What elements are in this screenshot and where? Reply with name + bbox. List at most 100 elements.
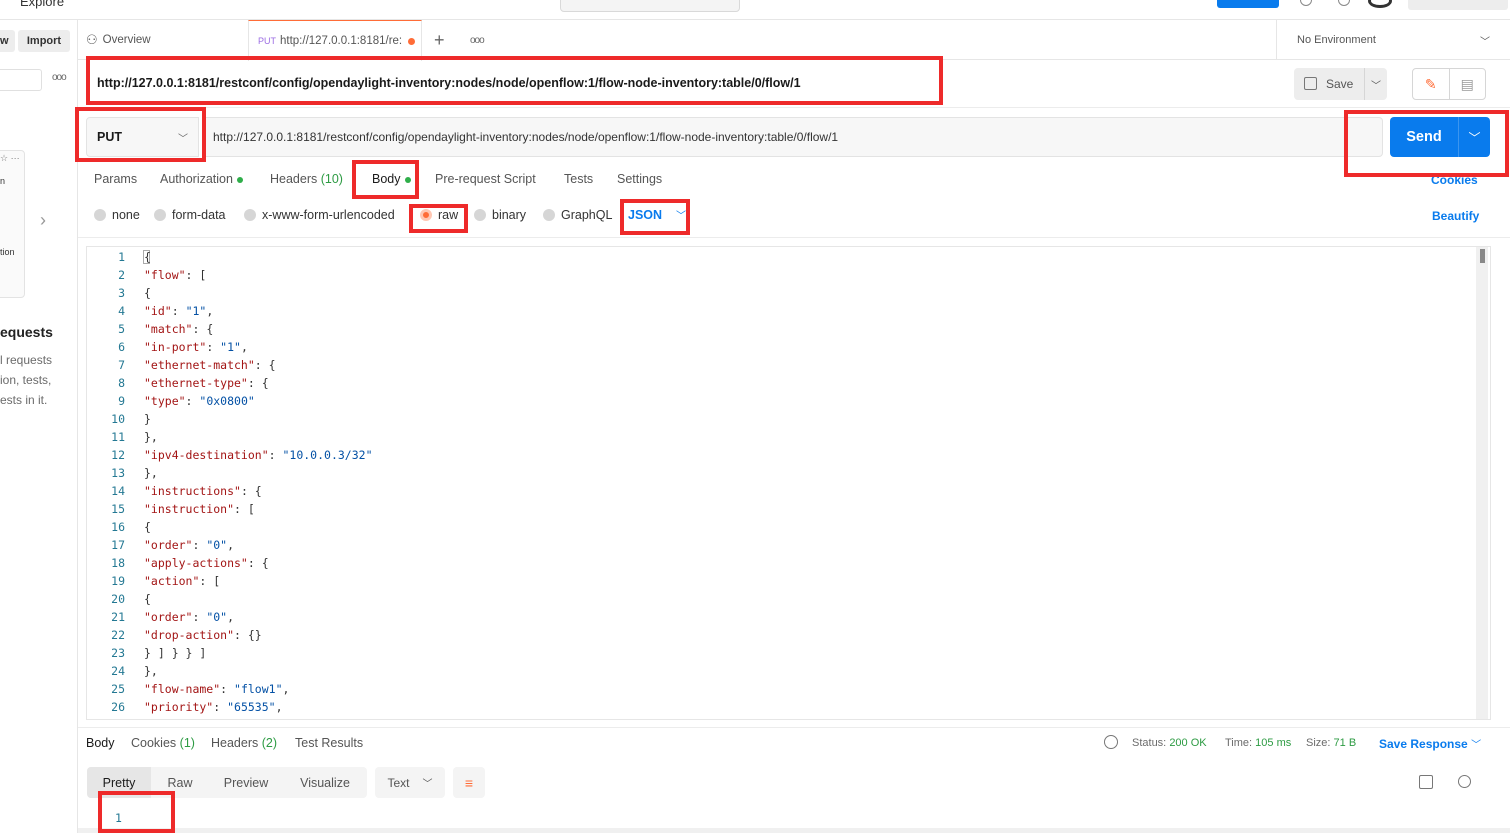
sidebar-more-icon[interactable]: ooo [52, 72, 67, 83]
edit-pencil-icon[interactable]: ✎ [1413, 69, 1450, 99]
response-tab-headers[interactable]: Headers (2) [211, 736, 277, 750]
global-search-input[interactable] [560, 0, 740, 12]
radio-icon [474, 209, 486, 221]
line-number: 22 [111, 628, 125, 642]
response-tab-body[interactable]: Body [86, 736, 115, 750]
tab-prerequest-script[interactable]: Pre-request Script [435, 172, 536, 186]
sidebar-filter-input[interactable] [0, 69, 42, 91]
globe-icon[interactable] [1104, 735, 1118, 749]
code-line: "instruction": [ [144, 502, 255, 516]
tab-headers[interactable]: Headers (10) [270, 172, 343, 186]
code-line: { [144, 286, 151, 300]
save-button[interactable]: Save ﹀ [1294, 68, 1387, 100]
new-tab-button[interactable]: + [434, 20, 445, 60]
wrap-lines-icon[interactable]: ≡ [453, 767, 485, 798]
radio-binary[interactable]: binary [474, 208, 526, 222]
tabs-more-icon[interactable]: ooo [470, 20, 485, 60]
code-line: "flow": [ [144, 268, 207, 282]
radio-graphql[interactable]: GraphQL [543, 208, 612, 222]
headers-count: (2) [261, 736, 278, 750]
radio-urlencoded[interactable]: x-www-form-urlencoded [244, 208, 395, 222]
editor-scrollbar-thumb[interactable] [1480, 249, 1485, 263]
tab-label: Authorization [160, 172, 233, 186]
response-tab-cookies[interactable]: Cookies (1) [131, 736, 195, 750]
sidebar: w Import ooo ☆ ··· n tion › equests l re… [0, 20, 78, 833]
import-button[interactable]: Import [18, 30, 70, 52]
time-badge[interactable]: Time: 105 ms [1225, 737, 1291, 749]
line-number: 21 [111, 610, 125, 624]
upgrade-button[interactable] [1217, 0, 1279, 8]
chevron-down-icon: ﹀ [1471, 740, 1482, 751]
method-select[interactable]: PUT ﹀ [86, 117, 199, 157]
response-format-select[interactable]: Text ﹀ [375, 767, 445, 798]
avatar[interactable] [1368, 0, 1392, 8]
copy-icon[interactable] [1419, 775, 1433, 789]
tab-settings[interactable]: Settings [617, 172, 662, 186]
code-line: "order": "0", [144, 538, 235, 552]
method-label: PUT [97, 130, 122, 144]
tab-authorization[interactable]: Authorization [160, 172, 243, 186]
code-line: { [144, 520, 151, 534]
chevron-down-icon[interactable]: ﹀ [1458, 117, 1490, 157]
chevron-down-icon[interactable]: ﹀ [1364, 68, 1387, 100]
code-line: "ipv4-destination": "10.0.0.3/32" [144, 448, 373, 462]
radio-form-data[interactable]: form-data [154, 208, 226, 222]
view-preview[interactable]: Preview [209, 767, 283, 798]
line-number: 2 [118, 268, 125, 282]
status-bar [78, 828, 1510, 833]
satellite-icon[interactable] [1300, 0, 1312, 6]
tab-method: PUT [258, 36, 276, 46]
settings-icon[interactable] [1338, 0, 1350, 6]
body-editor[interactable]: 1 {2 "flow": [3 {4 "id": "1", 5 "match": {6 "in… [86, 246, 1491, 720]
tab-body[interactable]: Body [372, 172, 411, 186]
tab-label: Headers [211, 736, 259, 750]
star-icon[interactable]: ☆ ··· [0, 153, 20, 164]
line-number: 9 [118, 394, 125, 408]
top-bar: Explore [0, 0, 1510, 20]
response-tab-test-results[interactable]: Test Results [295, 736, 363, 750]
save-response-button[interactable]: Save Response ﹀ [1379, 736, 1481, 751]
request-title[interactable]: http://127.0.0.1:8181/restconf/config/op… [97, 76, 801, 90]
send-button[interactable]: Send ﹀ [1390, 117, 1490, 157]
radio-none[interactable]: none [94, 208, 140, 222]
code-line: }, [144, 466, 158, 480]
url-input[interactable]: http://127.0.0.1:8181/restconf/config/op… [203, 117, 1383, 157]
body-format-select[interactable]: JSON ﹀ [628, 207, 686, 223]
code-line: "id": "1", [144, 304, 214, 318]
sidebar-card [0, 150, 25, 298]
tab-label: Cookies [131, 736, 177, 750]
line-number: 3 [118, 286, 125, 300]
status-badge[interactable]: Status: 200 OK [1132, 737, 1207, 749]
view-raw[interactable]: Raw [151, 767, 209, 798]
chevron-right-icon[interactable]: › [40, 210, 46, 231]
new-button[interactable]: w [0, 30, 15, 52]
code-line: "match": { [144, 322, 214, 336]
code-line: "in-port": "1", [144, 340, 248, 354]
unsaved-dot-icon [408, 37, 416, 45]
code-line: } ] } } ] [144, 646, 207, 660]
radio-selected-icon [420, 209, 432, 221]
radio-label: form-data [172, 208, 226, 222]
size-badge[interactable]: Size: 71 B [1306, 737, 1356, 749]
editor-scrollbar[interactable] [1476, 247, 1488, 719]
tab-params[interactable]: Params [94, 172, 137, 186]
comments-icon[interactable]: ▤ [1450, 69, 1486, 99]
tab-put-request[interactable]: PUT http://127.0.0.1:8181/re: [248, 20, 422, 61]
environment-select[interactable]: No Environment ﹀ [1276, 20, 1510, 60]
tab-tests[interactable]: Tests [564, 172, 593, 186]
code-line: "ethernet-type": { [144, 376, 269, 390]
beautify-link[interactable]: Beautify [1432, 209, 1479, 223]
line-number: 4 [118, 304, 125, 318]
explore-link[interactable]: Explore [20, 0, 64, 9]
tab-overview[interactable]: ⚇ Overview [86, 20, 248, 60]
view-pretty[interactable]: Pretty [87, 767, 151, 798]
line-number: 17 [111, 538, 125, 552]
view-visualize[interactable]: Visualize [283, 767, 367, 798]
search-icon[interactable] [1458, 775, 1471, 788]
radio-raw[interactable]: raw [420, 208, 458, 222]
tab-label: http://127.0.0.1:8181/re: [280, 35, 403, 47]
tab-label: Body [372, 172, 401, 186]
account-button[interactable] [1408, 0, 1508, 10]
cookies-link[interactable]: Cookies [1431, 173, 1478, 187]
line-number: 1 [118, 250, 125, 264]
